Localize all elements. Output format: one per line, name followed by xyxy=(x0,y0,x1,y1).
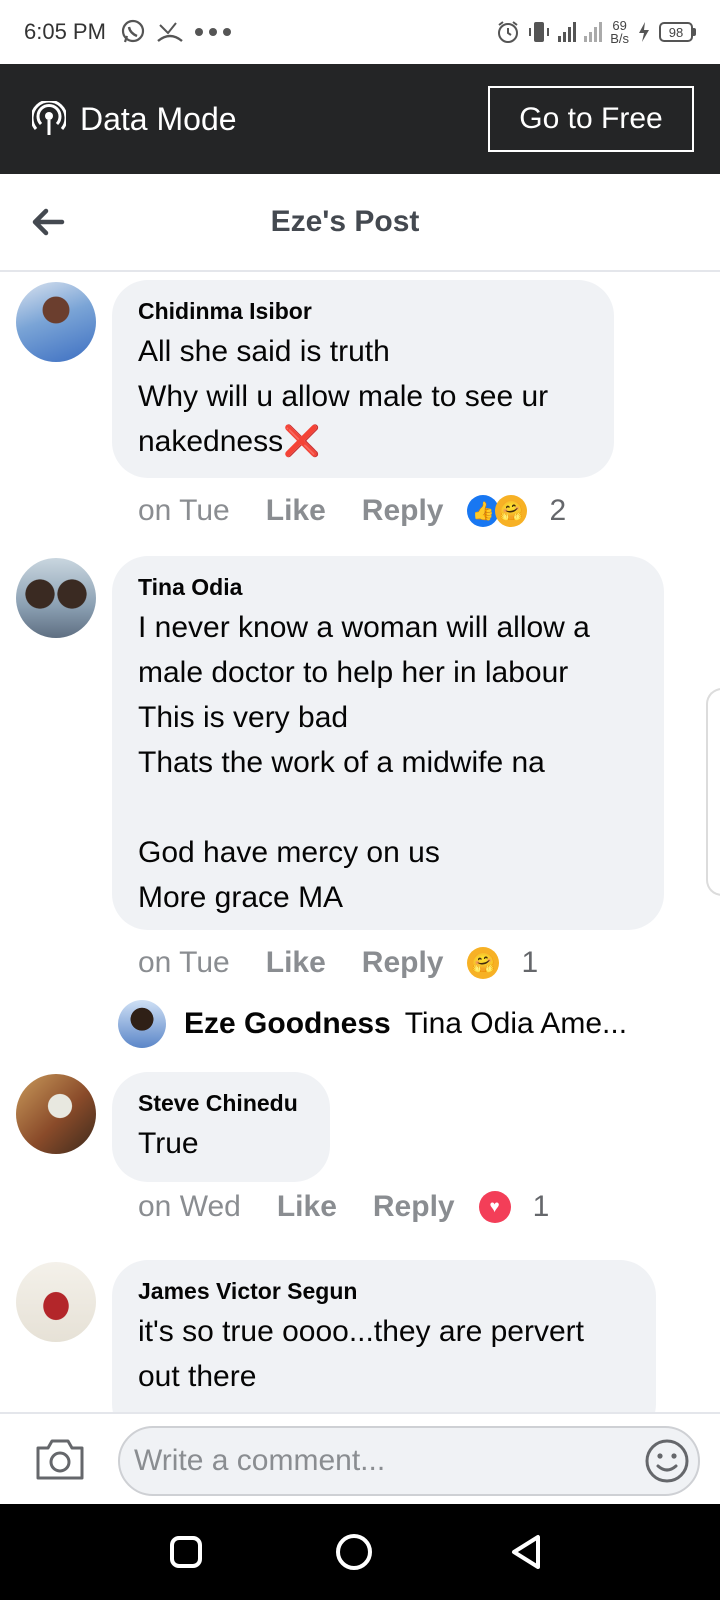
data-mode-bar: Data Mode Go to Free xyxy=(0,64,720,174)
missed-call-icon xyxy=(157,22,183,42)
comment-text: True xyxy=(138,1127,199,1160)
network-speed: 69 B/s xyxy=(610,19,629,45)
data-mode-icon xyxy=(32,101,66,135)
go-to-free-button[interactable]: Go to Free xyxy=(488,86,694,152)
comments-list[interactable]: Chidinma Isibor All she said is truth Wh… xyxy=(0,272,720,1412)
comment-bubble[interactable]: Tina Odia I never know a woman will allo… xyxy=(112,556,664,930)
comment-time[interactable]: on Tue xyxy=(138,946,230,980)
edge-panel-handle[interactable] xyxy=(706,688,720,896)
page-title: Eze's Post xyxy=(270,205,420,238)
back-button-icon[interactable] xyxy=(506,1532,546,1572)
emoji-icon[interactable] xyxy=(644,1438,690,1484)
avatar[interactable] xyxy=(118,1000,166,1048)
speed-unit: B/s xyxy=(610,31,629,46)
signal-icon xyxy=(558,22,577,42)
more-dots-icon xyxy=(194,28,231,36)
post-header: Eze's Post xyxy=(0,174,720,272)
reaction-count[interactable]: 2 xyxy=(549,494,566,528)
battery-level: 98 xyxy=(659,22,693,42)
reply-text: Tina Odia Ame... xyxy=(404,1007,628,1040)
like-button[interactable]: Like xyxy=(266,946,326,980)
status-bar: 6:05 PM 69 B/s 98 xyxy=(0,0,720,64)
back-arrow-icon[interactable] xyxy=(28,202,68,242)
camera-icon[interactable] xyxy=(34,1436,86,1482)
comment-meta: on Wed Like Reply ♥ 1 xyxy=(138,1190,549,1224)
system-nav-bar xyxy=(0,1504,720,1600)
reaction-count[interactable]: 1 xyxy=(521,946,538,980)
charging-icon xyxy=(639,22,649,42)
like-button[interactable]: Like xyxy=(277,1190,337,1224)
comment-text: I never know a woman will allow a male d… xyxy=(138,611,590,914)
care-reaction-icon[interactable]: 🤗 xyxy=(467,947,500,979)
comment-bubble[interactable]: Chidinma Isibor All she said is truth Wh… xyxy=(112,280,614,478)
comment-meta: on Tue Like Reply 🤗 1 xyxy=(138,946,538,980)
status-right-icons: 69 B/s 98 xyxy=(496,19,696,45)
signal-icon-2 xyxy=(584,22,603,42)
battery-icon: 98 xyxy=(659,22,696,42)
comment-text: it's so true oooo...they are pervert out… xyxy=(138,1315,584,1393)
reply-button[interactable]: Reply xyxy=(362,494,444,528)
like-button[interactable]: Like xyxy=(266,494,326,528)
comment-time[interactable]: on Wed xyxy=(138,1190,241,1224)
home-button-icon[interactable] xyxy=(334,1532,374,1572)
comment-text: All she said is truth Why will u allow m… xyxy=(138,335,549,458)
love-reaction-icon[interactable]: ♥ xyxy=(478,1191,511,1223)
comment-author[interactable]: James Victor Segun xyxy=(138,1278,630,1305)
care-reaction-icon[interactable]: 🤗 xyxy=(495,495,528,527)
comment-time[interactable]: on Tue xyxy=(138,494,230,528)
comment-author[interactable]: Tina Odia xyxy=(138,574,638,601)
avatar[interactable] xyxy=(16,1074,96,1154)
avatar[interactable] xyxy=(16,282,96,362)
comment-composer xyxy=(0,1412,720,1504)
status-time: 6:05 PM xyxy=(24,19,106,44)
reaction-count[interactable]: 1 xyxy=(533,1190,550,1224)
data-mode-title: Data Mode xyxy=(80,100,237,137)
reply-button[interactable]: Reply xyxy=(362,946,444,980)
whatsapp-icon xyxy=(121,19,145,43)
vibrate-icon xyxy=(529,22,550,42)
comment-input[interactable] xyxy=(118,1426,700,1496)
reply-author[interactable]: Eze Goodness xyxy=(184,1007,391,1041)
avatar[interactable] xyxy=(16,558,96,638)
alarm-icon xyxy=(498,21,519,43)
comment-author[interactable]: Chidinma Isibor xyxy=(138,298,588,325)
comment-bubble[interactable]: Steve Chinedu True xyxy=(112,1072,330,1182)
reply-preview[interactable]: Eze Goodness Tina Odia Ame... xyxy=(118,1000,627,1048)
reply-button[interactable]: Reply xyxy=(373,1190,455,1224)
status-left-icons xyxy=(120,19,232,45)
avatar[interactable] xyxy=(16,1262,96,1342)
comment-author[interactable]: Steve Chinedu xyxy=(138,1090,304,1117)
recents-button-icon[interactable] xyxy=(166,1532,206,1572)
comment-bubble[interactable]: James Victor Segun it's so true oooo...t… xyxy=(112,1260,656,1412)
comment-meta: on Tue Like Reply 👍 🤗 2 xyxy=(138,494,566,528)
